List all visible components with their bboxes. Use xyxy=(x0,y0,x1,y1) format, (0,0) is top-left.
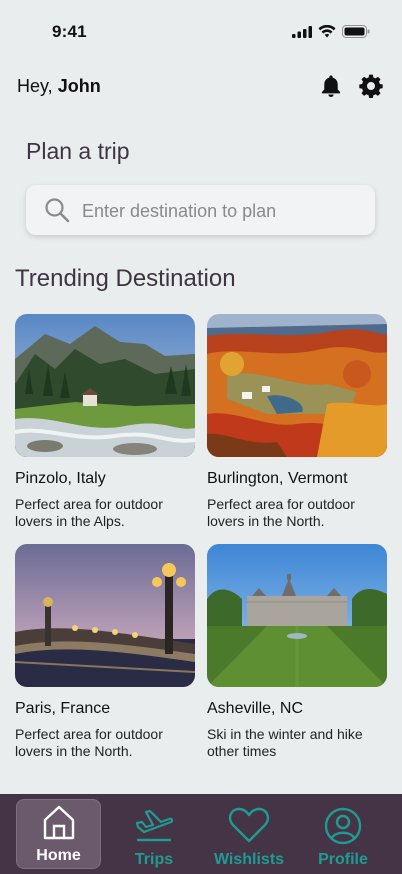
home-icon xyxy=(41,804,77,847)
heart-icon xyxy=(228,807,270,848)
destination-image-pinzolo xyxy=(15,314,195,457)
tab-label: Wishlists xyxy=(213,851,285,868)
destination-image-burlington xyxy=(207,314,387,457)
destination-search-box[interactable] xyxy=(26,185,375,235)
destination-image-asheville xyxy=(207,544,387,687)
greeting: Hey, John xyxy=(17,76,101,97)
tab-label: Home xyxy=(36,847,81,864)
destination-name: Burlington, Vermont xyxy=(207,470,348,487)
wifi-icon xyxy=(318,24,336,43)
status-icons xyxy=(292,24,370,43)
settings-gear-icon[interactable] xyxy=(358,73,384,99)
cellular-signal-icon xyxy=(292,25,312,43)
plan-trip-heading: Plan a trip xyxy=(26,138,130,164)
tab-label: Trips xyxy=(134,851,174,868)
destination-name: Paris, France xyxy=(15,700,111,717)
destination-search-input[interactable] xyxy=(80,196,364,226)
status-time: 9:41 xyxy=(52,22,87,41)
tab-wishlists[interactable]: Wishlists xyxy=(205,799,293,869)
notifications-bell-icon[interactable] xyxy=(318,73,344,99)
destination-description: Perfect area for outdoor lovers in the A… xyxy=(15,496,163,529)
greeting-prefix: Hey, xyxy=(17,76,58,96)
destination-card-pinzolo[interactable]: Pinzolo, Italy Perfect area for outdoor … xyxy=(15,314,195,530)
trending-heading: Trending Destination xyxy=(15,265,236,292)
destination-image-paris xyxy=(15,544,195,687)
person-icon xyxy=(324,807,362,850)
destination-name: Asheville, NC xyxy=(207,700,304,717)
destination-card-paris[interactable]: Paris, France Perfect area for outdoor l… xyxy=(15,544,195,760)
destination-description: Perfect area for outdoor lovers in the N… xyxy=(15,726,163,759)
destination-description: Perfect area for outdoor lovers in the N… xyxy=(207,496,355,529)
status-bar: 9:41 xyxy=(0,0,402,54)
bottom-tab-bar: Home Trips Wishlists Profile xyxy=(0,794,402,874)
destination-description: Ski in the winter and hike other times xyxy=(207,726,363,759)
destination-name: Pinzolo, Italy xyxy=(15,470,106,487)
destination-card-asheville[interactable]: Asheville, NC Ski in the winter and hike… xyxy=(207,544,387,760)
tab-home[interactable]: Home xyxy=(16,799,101,869)
user-name: John xyxy=(57,76,101,96)
search-icon xyxy=(44,197,70,223)
tab-trips[interactable]: Trips xyxy=(118,799,190,869)
battery-icon xyxy=(342,25,370,43)
airplane-icon xyxy=(134,807,174,848)
tab-label: Profile xyxy=(318,851,368,868)
destination-card-burlington[interactable]: Burlington, Vermont Perfect area for out… xyxy=(207,314,387,530)
tab-profile[interactable]: Profile xyxy=(306,799,380,869)
